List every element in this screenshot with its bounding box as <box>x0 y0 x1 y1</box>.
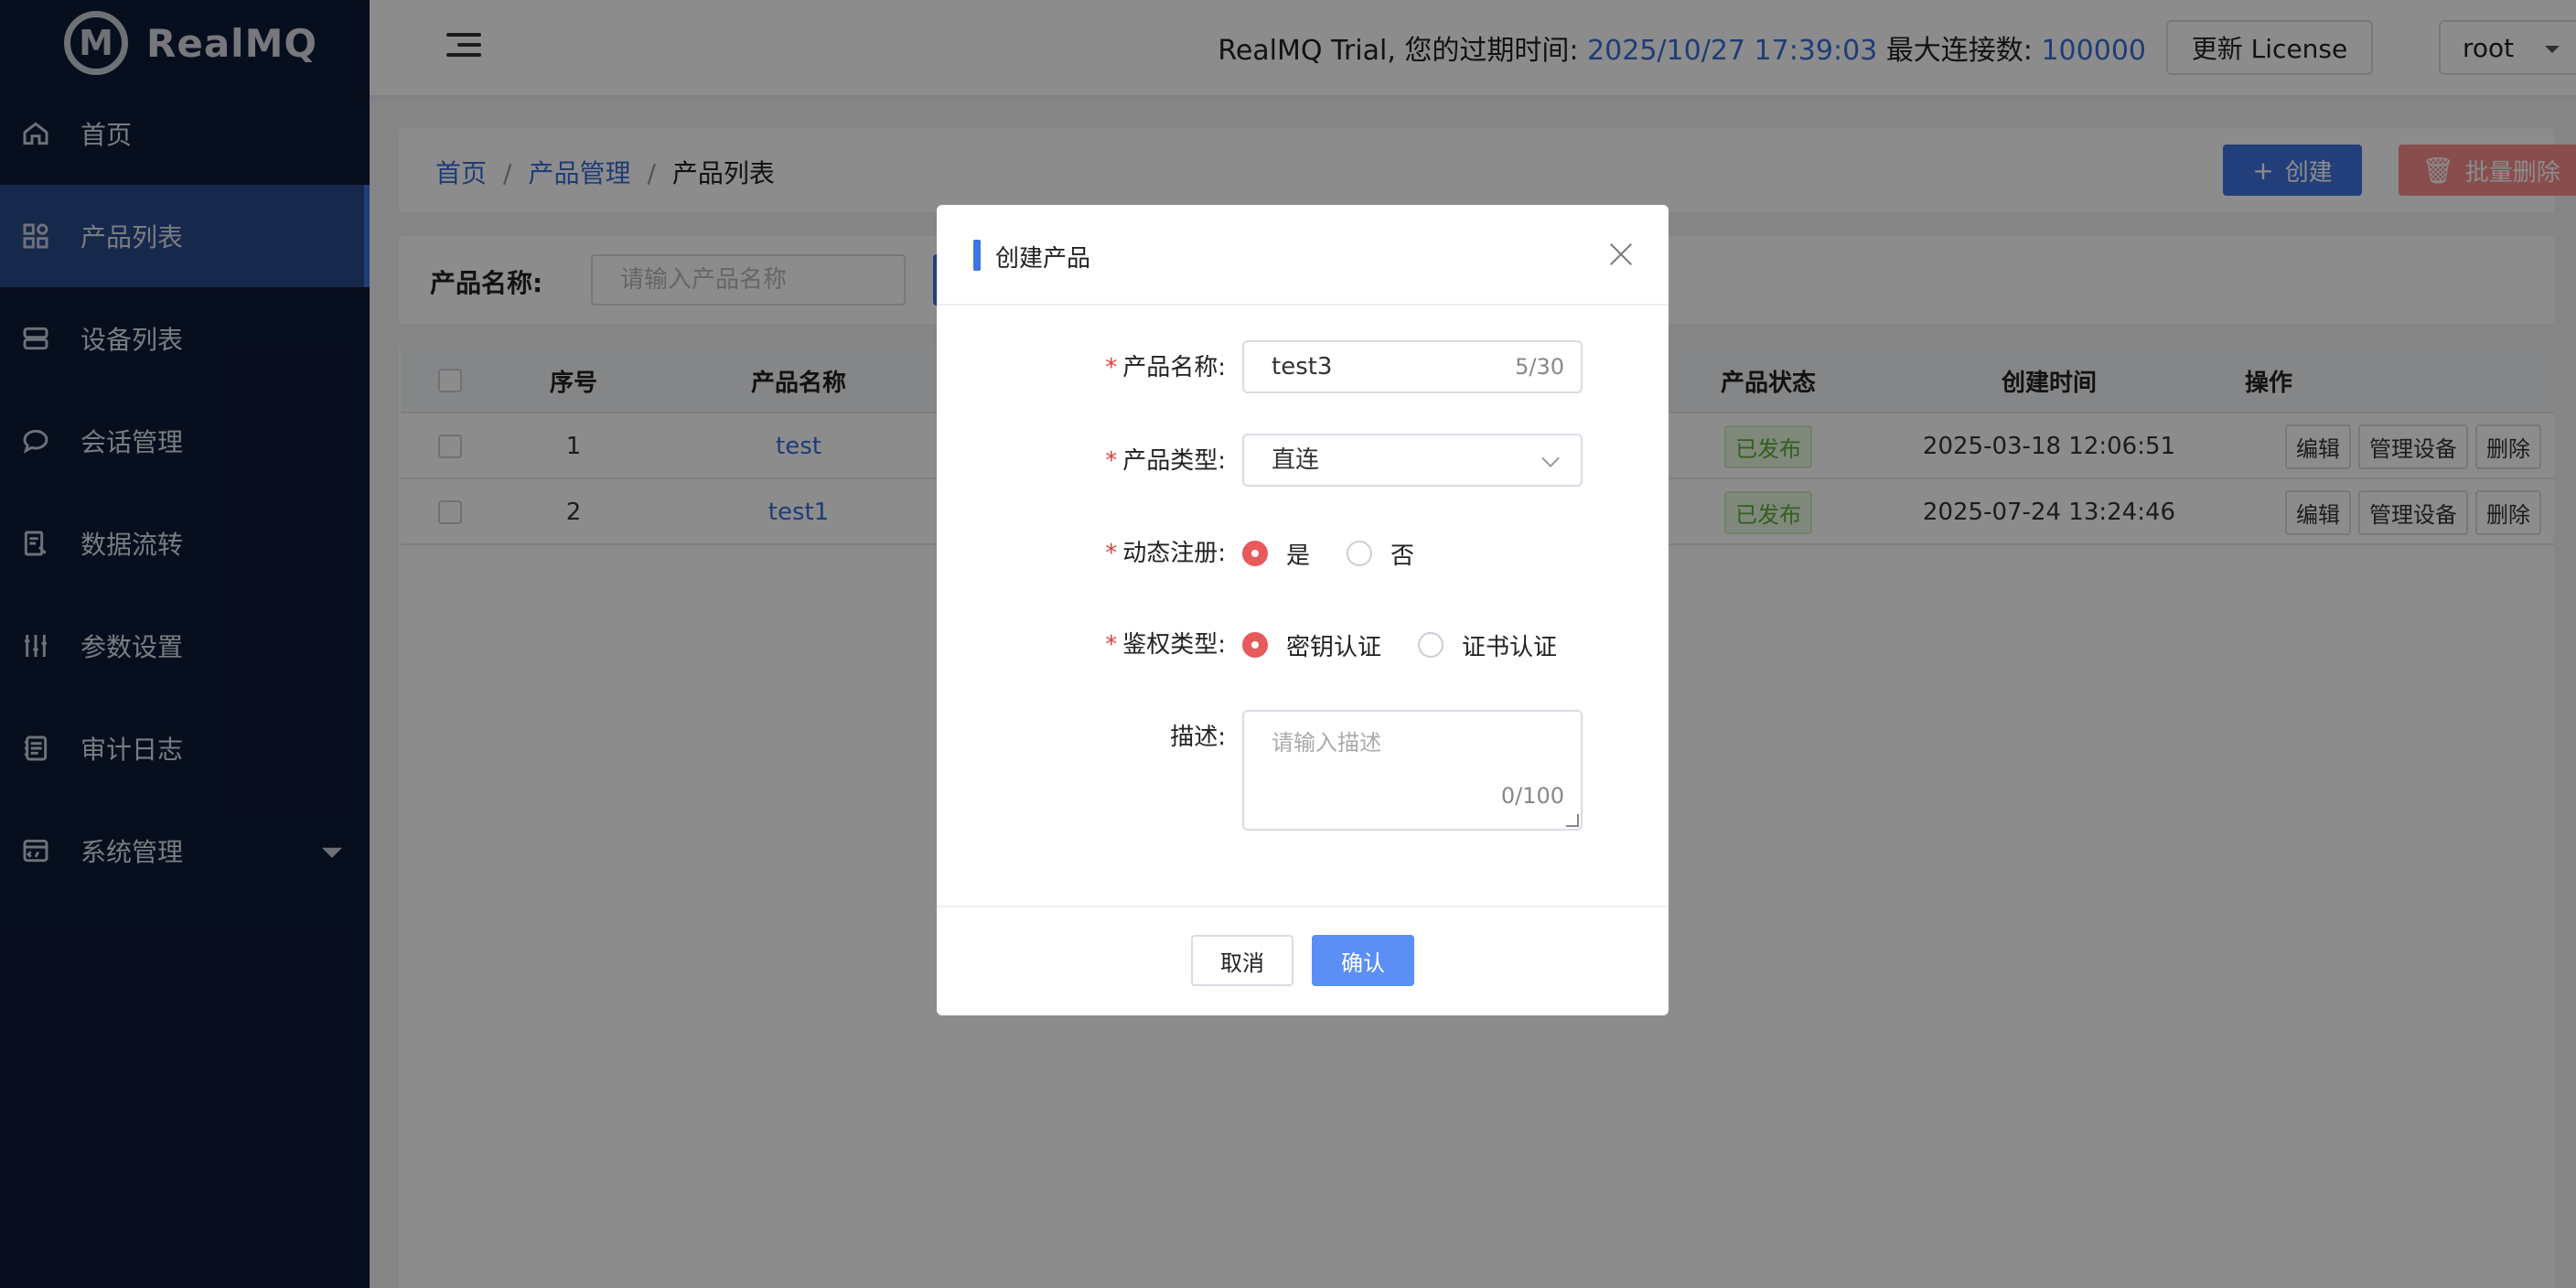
field-label: 描述: <box>1170 724 1226 751</box>
form-row-auth: * 鉴权类型: 密钥认证 证书认证 <box>937 617 1669 672</box>
description-textarea[interactable]: 请输入描述 0/100 <box>1242 710 1583 831</box>
radio-auth-cert[interactable]: 证书认证 <box>1418 628 1557 662</box>
dialog-title: 创建产品 <box>995 245 1091 273</box>
product-type-select[interactable]: 直连 <box>1242 434 1583 487</box>
radio-dot <box>1242 541 1268 566</box>
required-mark: * <box>1105 631 1118 659</box>
field-label: * 动态注册: <box>1105 540 1226 567</box>
product-name-input[interactable]: test3 5/30 <box>1242 340 1583 393</box>
input-value: test3 <box>1272 353 1333 381</box>
required-mark: * <box>1105 540 1118 567</box>
cancel-button[interactable]: 取消 <box>1191 935 1293 986</box>
radio-auth-key[interactable]: 密钥认证 <box>1242 628 1381 662</box>
char-count: 0/100 <box>1500 783 1564 809</box>
auth-type-radio-group: 密钥认证 证书认证 <box>1242 617 1594 672</box>
dialog-header: 创建产品 <box>937 205 1669 306</box>
radio-dynamic-yes[interactable]: 是 <box>1242 537 1310 571</box>
radio-dot <box>1242 632 1268 658</box>
dialog-footer: 取消 确认 <box>937 906 1669 1015</box>
radio-dot <box>1347 541 1373 566</box>
create-product-dialog: 创建产品 * 产品名称: test3 5/30 * 产品类型: 直连 * 动态注册: … <box>937 205 1669 1015</box>
form-row-dynamic: * 动态注册: 是 否 <box>937 526 1669 581</box>
title-accent-bar <box>973 240 981 271</box>
form-row-desc: 描述: 请输入描述 0/100 <box>937 710 1669 831</box>
radio-dot <box>1418 632 1444 658</box>
form-row-name: * 产品名称: test3 5/30 <box>937 340 1669 395</box>
char-count: 5/30 <box>1515 354 1564 380</box>
dynamic-register-radio-group: 是 否 <box>1242 526 1451 581</box>
form-row-type: * 产品类型: 直连 <box>937 434 1669 488</box>
textarea-placeholder: 请输入描述 <box>1272 730 1381 756</box>
close-icon[interactable] <box>1606 240 1636 269</box>
resize-grip-icon[interactable] <box>1566 814 1579 827</box>
required-mark: * <box>1105 354 1118 381</box>
required-mark: * <box>1105 447 1118 475</box>
field-label: * 产品类型: <box>1105 447 1226 475</box>
confirm-button[interactable]: 确认 <box>1312 935 1414 986</box>
chevron-down-icon <box>1541 449 1560 467</box>
select-value: 直连 <box>1272 446 1320 474</box>
field-label: * 鉴权类型: <box>1105 631 1226 659</box>
field-label: * 产品名称: <box>1105 354 1226 381</box>
radio-dynamic-no[interactable]: 否 <box>1347 537 1414 571</box>
